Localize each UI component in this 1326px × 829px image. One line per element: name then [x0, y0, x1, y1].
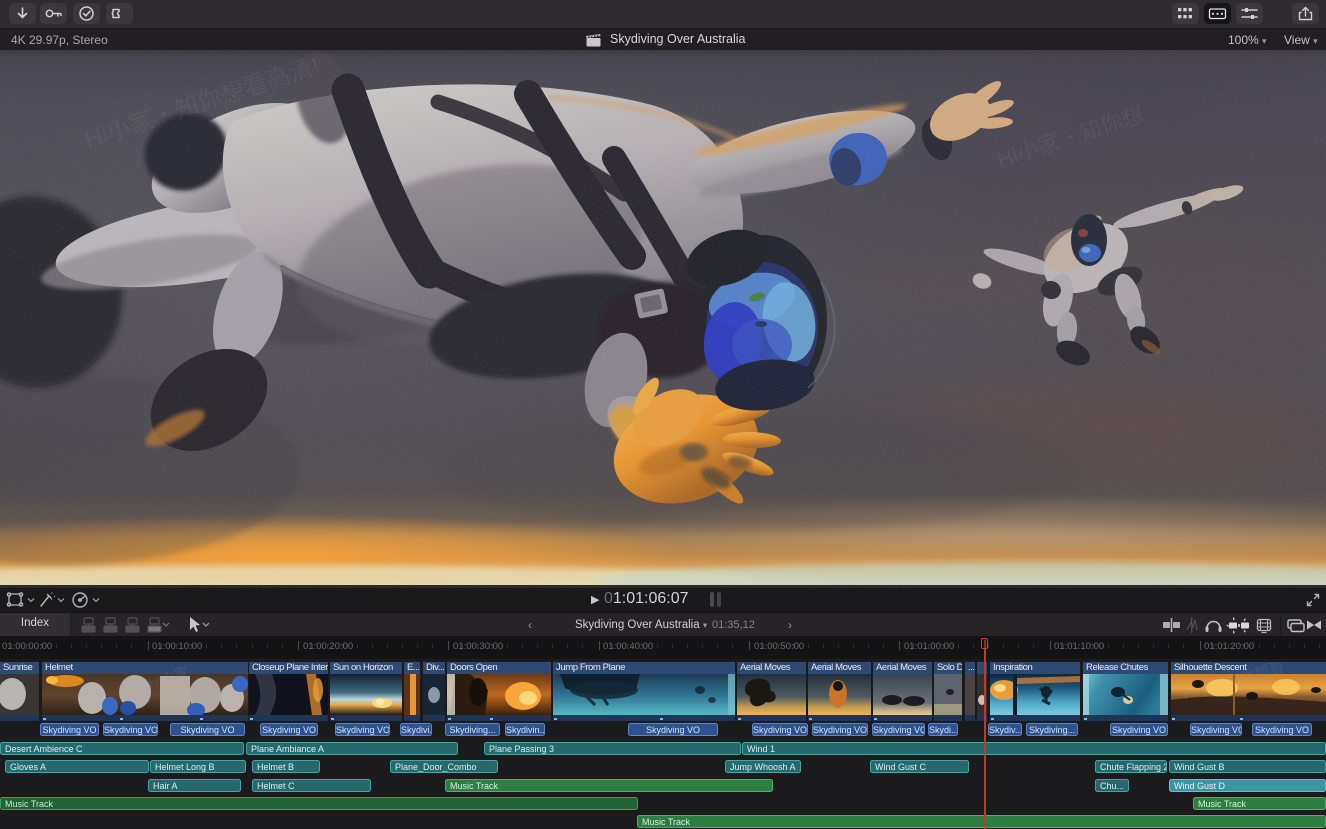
svg-text:01:01:20:00: 01:01:20:00: [1204, 641, 1254, 652]
svg-text:01:00:40:00: 01:00:40:00: [603, 641, 653, 652]
svg-text:01:00:50:00: 01:00:50:00: [754, 641, 804, 652]
svg-text:01:01:10:00: 01:01:10:00: [1054, 641, 1104, 652]
svg-text:01:00:00:00: 01:00:00:00: [2, 641, 52, 652]
svg-text:01:00:10:00: 01:00:10:00: [152, 641, 202, 652]
svg-text:01:01:00:00: 01:01:00:00: [904, 641, 954, 652]
svg-text:01:00:30:00: 01:00:30:00: [453, 641, 503, 652]
svg-text:01:00:20:00: 01:00:20:00: [303, 641, 353, 652]
